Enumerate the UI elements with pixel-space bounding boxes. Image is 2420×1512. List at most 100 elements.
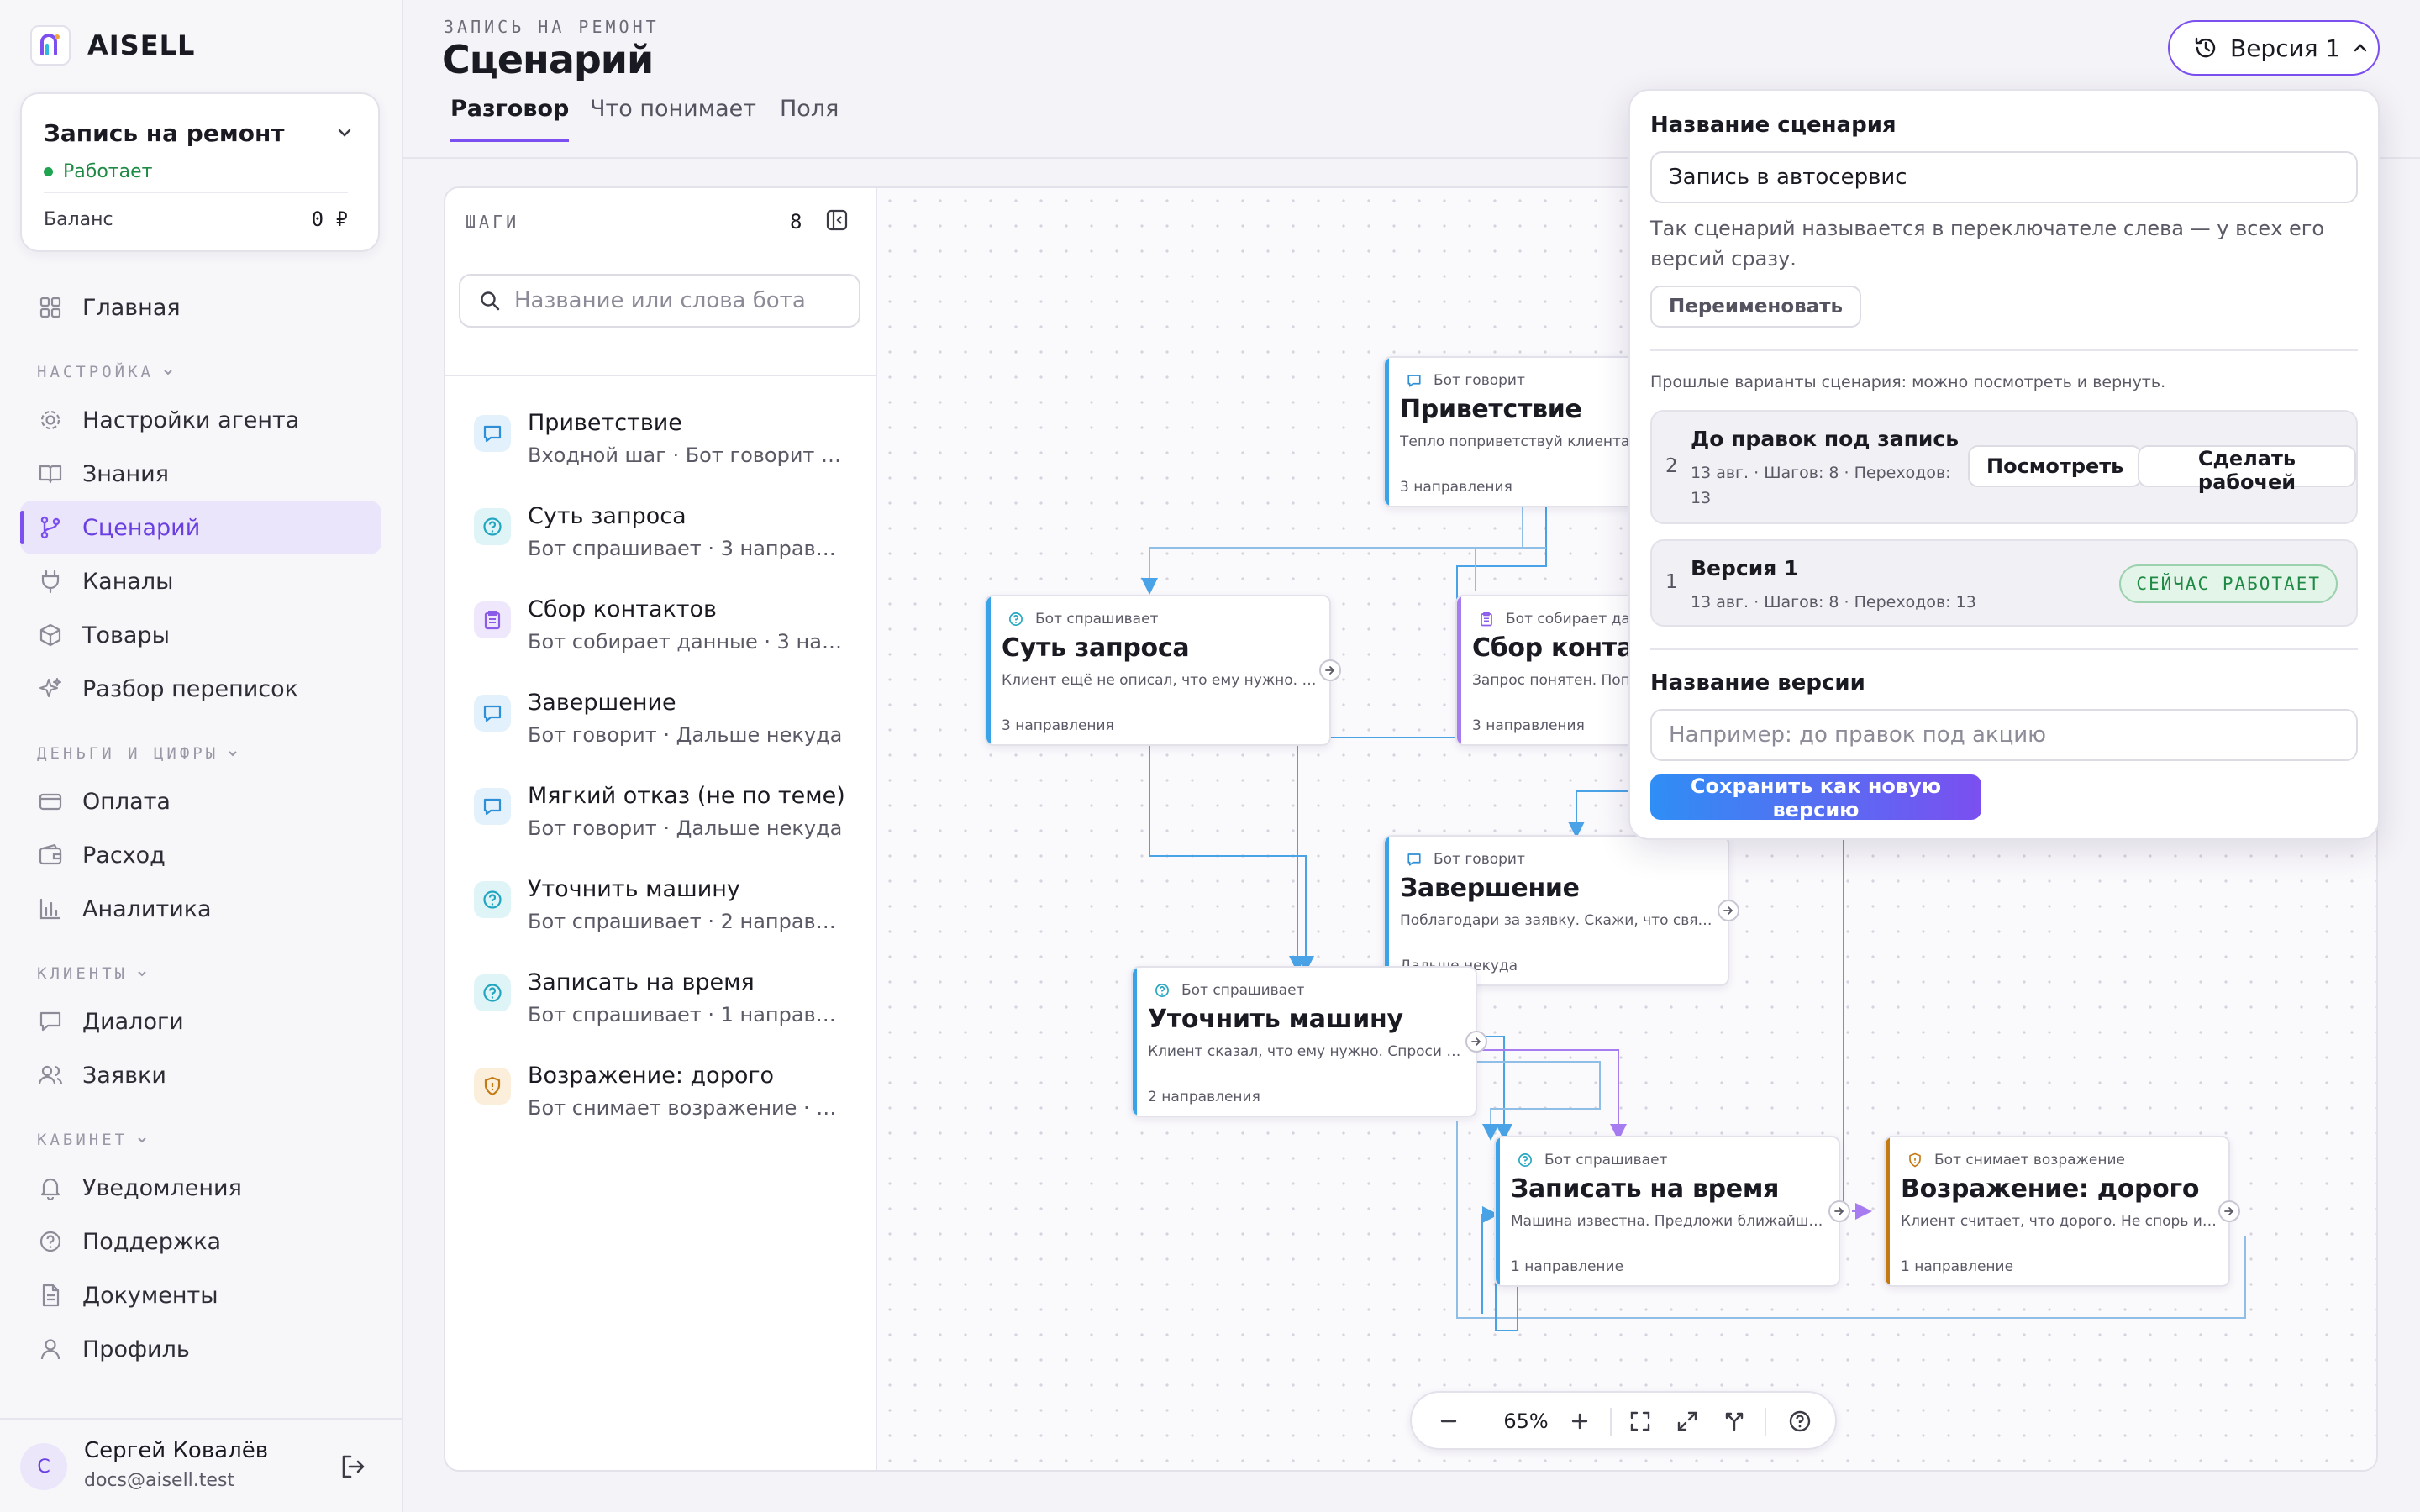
node-footer: 1 направление <box>1511 1258 1624 1275</box>
nav-products[interactable]: Товары <box>20 608 381 662</box>
search-input[interactable] <box>514 288 834 313</box>
nav-scenario[interactable]: Сценарий <box>20 501 381 554</box>
nav-label: Настройки агента <box>82 407 300 433</box>
section-label: КАБИНЕТ <box>37 1131 129 1149</box>
shield-icon <box>474 1068 511 1105</box>
tab-conversation[interactable]: Разговор <box>450 96 570 142</box>
arrow-right-icon[interactable] <box>2218 1200 2240 1222</box>
node-type-label: Бот снимает возражение <box>1934 1152 2125 1168</box>
logout-icon[interactable] <box>338 1452 368 1482</box>
nav-knowledge[interactable]: Знания <box>20 447 381 501</box>
fit-view-icon[interactable] <box>1627 1408 1654 1435</box>
breadcrumb[interactable]: ЗАПИСЬ НА РЕМОНТ <box>444 17 660 37</box>
step-item[interactable]: Приветствие Входной шаг · Бот говорит · … <box>445 398 876 491</box>
save-version-button[interactable]: Сохранить как новую версию <box>1650 774 1981 822</box>
shield-icon <box>1907 1152 1923 1168</box>
steps-search[interactable] <box>459 274 860 328</box>
node-type-label: Бот спрашивает <box>1035 611 1159 627</box>
flow-node[interactable]: Бот говорит Завершение Поблагодари за за… <box>1383 835 1729 986</box>
flow-node[interactable]: Бот снимает возражение Возражение: дорог… <box>1884 1136 2230 1287</box>
version-button[interactable]: Версия 1 <box>2168 20 2380 76</box>
nav-analytics[interactable]: Аналитика <box>20 882 381 936</box>
avatar[interactable]: С <box>20 1443 67 1490</box>
nav-dialogs[interactable]: Диалоги <box>20 995 381 1048</box>
make-active-button[interactable]: Сделать рабочей <box>2138 445 2356 494</box>
version-name: До правок под запись <box>1691 427 1960 451</box>
flow-edge <box>1476 1061 1601 1141</box>
user-icon <box>37 1336 64 1362</box>
fullscreen-icon[interactable] <box>1674 1408 1701 1435</box>
arrow-right-icon[interactable] <box>1828 1200 1850 1222</box>
nav-label: Товары <box>82 622 170 648</box>
help-circle-icon[interactable] <box>1786 1408 1813 1435</box>
nav-section-clients[interactable]: КЛИЕНТЫ <box>37 964 148 983</box>
nav-channels[interactable]: Каналы <box>20 554 381 608</box>
nav-home[interactable]: Главная <box>20 281 381 334</box>
node-footer: 3 направления <box>1002 717 1114 734</box>
step-item[interactable]: Сбор контактов Бот собирает данные · 3 н… <box>445 585 876 677</box>
version-number: 2 <box>1665 455 1678 477</box>
nav-requests[interactable]: Заявки <box>20 1048 381 1102</box>
nav-support[interactable]: Поддержка <box>20 1215 381 1268</box>
zoom-out-icon[interactable] <box>1435 1408 1462 1435</box>
nav-documents[interactable]: Документы <box>20 1268 381 1322</box>
chat-icon <box>37 1008 64 1035</box>
nav-label: Главная <box>82 294 181 321</box>
logo-icon <box>30 25 71 66</box>
rename-button[interactable]: Переименовать <box>1650 286 1862 328</box>
node-footer: 1 направление <box>1901 1258 2014 1275</box>
version-meta: 13 авг. · Шагов: 8 · Переходов: 13 <box>1691 593 1976 612</box>
nav-notifications[interactable]: Уведомления <box>20 1161 381 1215</box>
plug-icon <box>37 568 64 595</box>
tab-fields[interactable]: Поля <box>780 96 839 139</box>
step-item[interactable]: Мягкий отказ (не по теме) Бот говорит · … <box>445 771 876 864</box>
collapse-panel-icon[interactable] <box>825 208 849 232</box>
divider <box>445 375 876 376</box>
tab-understands[interactable]: Что понимает <box>590 96 756 139</box>
scenario-name-input[interactable] <box>1650 151 2358 203</box>
nav-chat-review[interactable]: Разбор переписок <box>20 662 381 716</box>
history-note: Прошлые варианты сценария: можно посмотр… <box>1650 373 2166 391</box>
zoom-in-icon[interactable] <box>1566 1408 1593 1435</box>
flow-edge <box>1475 547 1546 591</box>
node-description: Клиент считает, что дорого. Не спорь и н… <box>1901 1213 2217 1230</box>
node-description: Машина известна. Предложи ближайшее врем… <box>1511 1213 1827 1230</box>
arrow-right-icon[interactable] <box>1319 659 1341 681</box>
flow-node[interactable]: Бот спрашивает Записать на время Машина … <box>1494 1136 1840 1287</box>
step-item[interactable]: Возражение: дорого Бот снимает возражени… <box>445 1051 876 1143</box>
arrow-right-icon[interactable] <box>1718 900 1739 921</box>
workspace-switcher[interactable]: Запись на ремонт Работает Баланс 0 ₽ <box>20 92 380 252</box>
status-dot <box>44 167 53 176</box>
workspace-name: Запись на ремонт <box>44 119 285 147</box>
step-item[interactable]: Записать на время Бот спрашивает · 1 нап… <box>445 958 876 1050</box>
nav-agent-settings[interactable]: Настройки агента <box>20 393 381 447</box>
flow-edge <box>1476 1049 1627 1141</box>
node-title: Приветствие <box>1400 395 1582 424</box>
flow-node[interactable]: Бот спрашивает Уточнить машину Клиент ск… <box>1131 966 1477 1117</box>
version-card: 2 До правок под запись 13 авг. · Шагов: … <box>1650 410 2358 524</box>
app-logo[interactable]: AISELL <box>30 25 195 66</box>
arrow-right-icon[interactable] <box>1465 1031 1487 1053</box>
step-item[interactable]: Суть запроса Бот спрашивает · 3 направле… <box>445 491 876 584</box>
chat-icon <box>1406 372 1423 389</box>
nav-label: Разбор переписок <box>82 675 298 702</box>
nav-spend[interactable]: Расход <box>20 828 381 882</box>
box-icon <box>37 622 64 648</box>
flow-node[interactable]: Бот спрашивает Суть запроса Клиент ещё н… <box>985 595 1331 746</box>
section-label: НАСТРОЙКА <box>37 363 154 381</box>
book-icon <box>37 460 64 487</box>
nav-section-cabinet[interactable]: КАБИНЕТ <box>37 1131 148 1149</box>
auto-layout-icon[interactable] <box>1721 1408 1748 1435</box>
card-icon <box>37 788 64 815</box>
step-item[interactable]: Уточнить машину Бот спрашивает · 2 напра… <box>445 864 876 957</box>
step-item[interactable]: Завершение Бот говорит · Дальше некуда <box>445 678 876 770</box>
user-email: docs@aisell.test <box>84 1470 235 1491</box>
node-type: Бот спрашивает <box>1005 608 1158 630</box>
nav-payment[interactable]: Оплата <box>20 774 381 828</box>
step-subtitle: Бот собирает данные · 3 направления <box>528 630 847 654</box>
nav-section-money[interactable]: ДЕНЬГИ И ЦИФРЫ <box>37 744 239 763</box>
view-version-button[interactable]: Посмотреть <box>1968 445 2143 487</box>
nav-section-settings[interactable]: НАСТРОЙКА <box>37 363 174 381</box>
nav-profile[interactable]: Профиль <box>20 1322 381 1376</box>
version-name-input[interactable] <box>1650 709 2358 761</box>
